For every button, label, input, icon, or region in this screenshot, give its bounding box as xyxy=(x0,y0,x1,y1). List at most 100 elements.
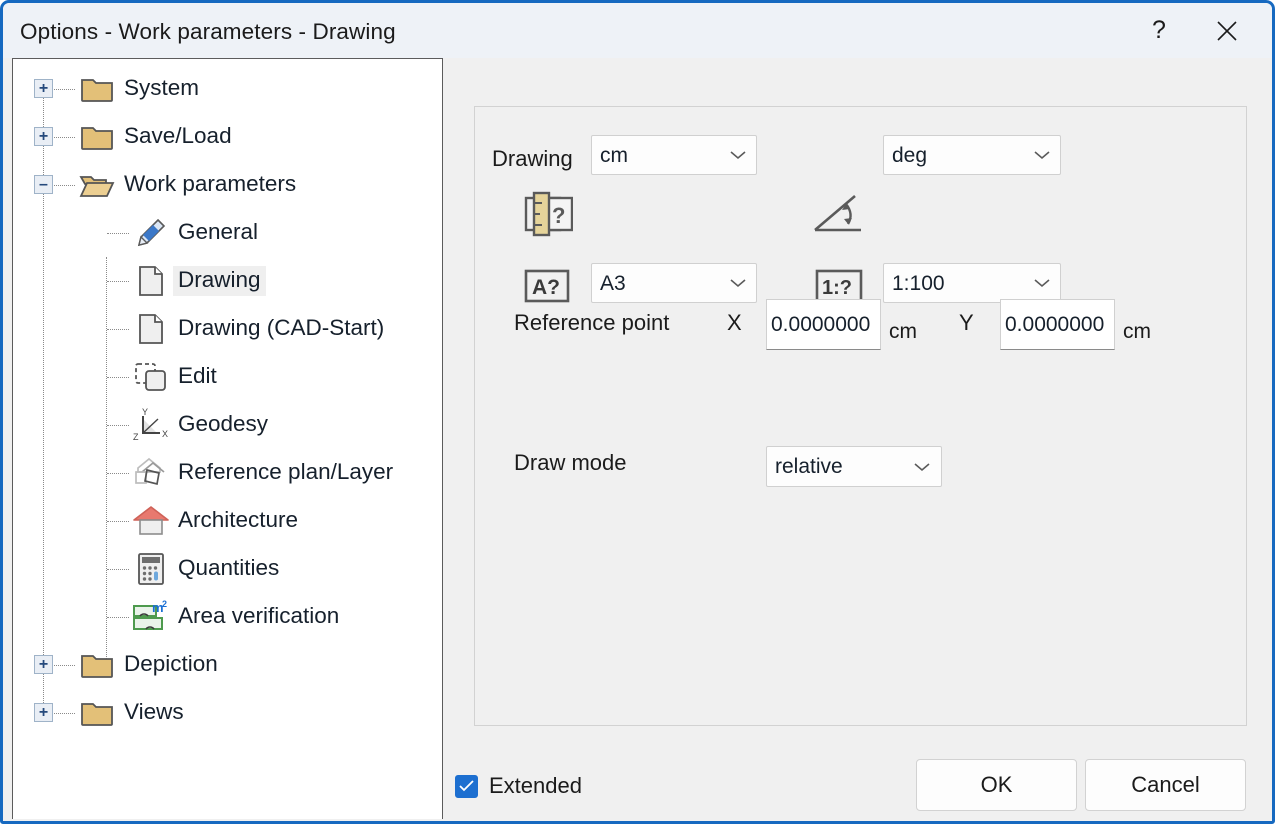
expand-toggle[interactable]: + xyxy=(34,127,53,146)
tree-connector xyxy=(107,281,129,282)
tree-item-depiction[interactable]: + Depiction xyxy=(13,641,223,689)
tree-connector xyxy=(107,329,129,330)
ruler-unit-icon: ? xyxy=(521,190,573,245)
help-button[interactable]: ? xyxy=(1128,3,1190,58)
tree-item-general[interactable]: General xyxy=(13,209,263,257)
title-bar: Options - Work parameters - Drawing ? xyxy=(3,3,1272,58)
tree-item-label: Work parameters xyxy=(119,170,301,200)
reference-point-y-label: Y xyxy=(959,310,974,336)
svg-text:1:?: 1:? xyxy=(822,277,852,299)
paper-size-select[interactable]: A3 xyxy=(591,263,757,303)
tree-item-label: Drawing xyxy=(173,266,266,296)
svg-text:X: X xyxy=(162,429,168,439)
tree-item-label: Views xyxy=(119,698,189,728)
tree-connector xyxy=(107,617,129,618)
tree-item-quantities[interactable]: Quantities xyxy=(13,545,284,593)
tree-item-drawing[interactable]: Drawing xyxy=(13,257,266,305)
document-icon xyxy=(129,265,173,297)
extended-checkbox-row[interactable]: Extended xyxy=(455,773,582,799)
tree-item-label: Area verification xyxy=(173,602,344,632)
tree-item-label: Save/Load xyxy=(119,122,237,152)
reference-point-label: Reference point xyxy=(514,310,669,336)
collapse-toggle[interactable]: – xyxy=(34,175,53,194)
tree-item-label: System xyxy=(119,74,204,104)
tree-item-label: Edit xyxy=(173,362,222,392)
tree-item-label: General xyxy=(173,218,263,248)
reference-point-x-label: X xyxy=(727,310,742,336)
tree-connector xyxy=(107,233,129,234)
tree-item-label: Architecture xyxy=(173,506,303,536)
tree-item-label: Geodesy xyxy=(173,410,273,440)
tree-item-label: Quantities xyxy=(173,554,284,584)
tree-item-reference-plan-layer[interactable]: Reference plan/Layer xyxy=(13,449,398,497)
window-title: Options - Work parameters - Drawing xyxy=(20,19,396,45)
tree-connector xyxy=(54,89,75,90)
tree-item-label: Reference plan/Layer xyxy=(173,458,398,488)
draw-mode-select[interactable]: relative xyxy=(766,446,942,487)
svg-text:?: ? xyxy=(552,203,565,228)
length-unit-select[interactable]: cm xyxy=(591,135,757,175)
tree-connector xyxy=(54,185,75,186)
draw-mode-label: Draw mode xyxy=(514,450,626,476)
svg-text:A?: A? xyxy=(532,276,560,299)
tree-item-label: Drawing (CAD-Start) xyxy=(173,314,389,344)
expand-toggle[interactable]: + xyxy=(34,703,53,722)
extended-label: Extended xyxy=(489,773,582,799)
pencil-icon xyxy=(129,217,173,249)
folder-closed-icon xyxy=(75,651,119,679)
settings-tree[interactable]: + System + Save/Load – xyxy=(12,58,443,819)
checkmark-icon xyxy=(459,780,474,792)
tree-item-work-parameters[interactable]: – Work parameters xyxy=(13,161,301,209)
folder-open-icon xyxy=(75,171,119,199)
angle-icon xyxy=(811,192,867,243)
copy-selection-icon xyxy=(129,361,173,393)
expand-toggle[interactable]: + xyxy=(34,655,53,674)
tree-item-edit[interactable]: Edit xyxy=(13,353,222,401)
calculator-icon xyxy=(129,552,173,586)
tree-connector xyxy=(107,425,129,426)
groupbox-title: Drawing xyxy=(485,146,580,172)
tree-connector xyxy=(54,713,75,714)
stacked-plans-icon xyxy=(129,456,173,490)
paper-format-icon: A? xyxy=(524,267,570,310)
svg-text:2: 2 xyxy=(162,600,167,609)
tree-item-area-verification[interactable]: m 2 Area verification xyxy=(13,593,344,641)
scale-select[interactable]: 1:100 xyxy=(883,263,1061,303)
document-icon xyxy=(129,313,173,345)
tree-connector xyxy=(54,137,75,138)
tree-item-drawing-cad-start[interactable]: Drawing (CAD-Start) xyxy=(13,305,389,353)
reference-point-y-unit: cm xyxy=(1123,320,1151,344)
tree-item-label: Depiction xyxy=(119,650,223,680)
options-dialog-window: Options - Work parameters - Drawing ? + xyxy=(0,0,1275,824)
reference-point-y-input[interactable] xyxy=(1000,299,1115,350)
tree-connector xyxy=(107,521,129,522)
tree-item-geodesy[interactable]: Y X Z Geodesy xyxy=(13,401,273,449)
house-icon xyxy=(129,504,173,538)
ok-button[interactable]: OK xyxy=(916,759,1077,811)
tree-connector xyxy=(107,377,129,378)
tree-item-views[interactable]: + Views xyxy=(13,689,189,737)
folder-closed-icon xyxy=(75,123,119,151)
cancel-button[interactable]: Cancel xyxy=(1085,759,1246,811)
tree-connector xyxy=(107,473,129,474)
expand-toggle[interactable]: + xyxy=(34,79,53,98)
area-square-meter-icon: m 2 xyxy=(129,600,173,634)
reference-point-x-unit: cm xyxy=(889,320,917,344)
drawing-settings-panel: Drawing ? cm xyxy=(443,58,1272,819)
tree-item-save-load[interactable]: + Save/Load xyxy=(13,113,237,161)
folder-closed-icon xyxy=(75,75,119,103)
close-icon xyxy=(1216,20,1238,42)
close-button[interactable] xyxy=(1196,3,1258,58)
svg-text:Z: Z xyxy=(133,432,139,442)
svg-text:Y: Y xyxy=(142,407,148,417)
extended-checkbox[interactable] xyxy=(455,775,478,798)
tree-item-system[interactable]: + System xyxy=(13,65,204,113)
question-mark-icon: ? xyxy=(1152,18,1166,43)
axes-xyz-icon: Y X Z xyxy=(129,406,173,444)
tree-item-architecture[interactable]: Architecture xyxy=(13,497,303,545)
tree-connector xyxy=(54,665,75,666)
reference-point-x-input[interactable] xyxy=(766,299,881,350)
tree-connector xyxy=(107,569,129,570)
angle-unit-select[interactable]: deg xyxy=(883,135,1061,175)
folder-closed-icon xyxy=(75,699,119,727)
